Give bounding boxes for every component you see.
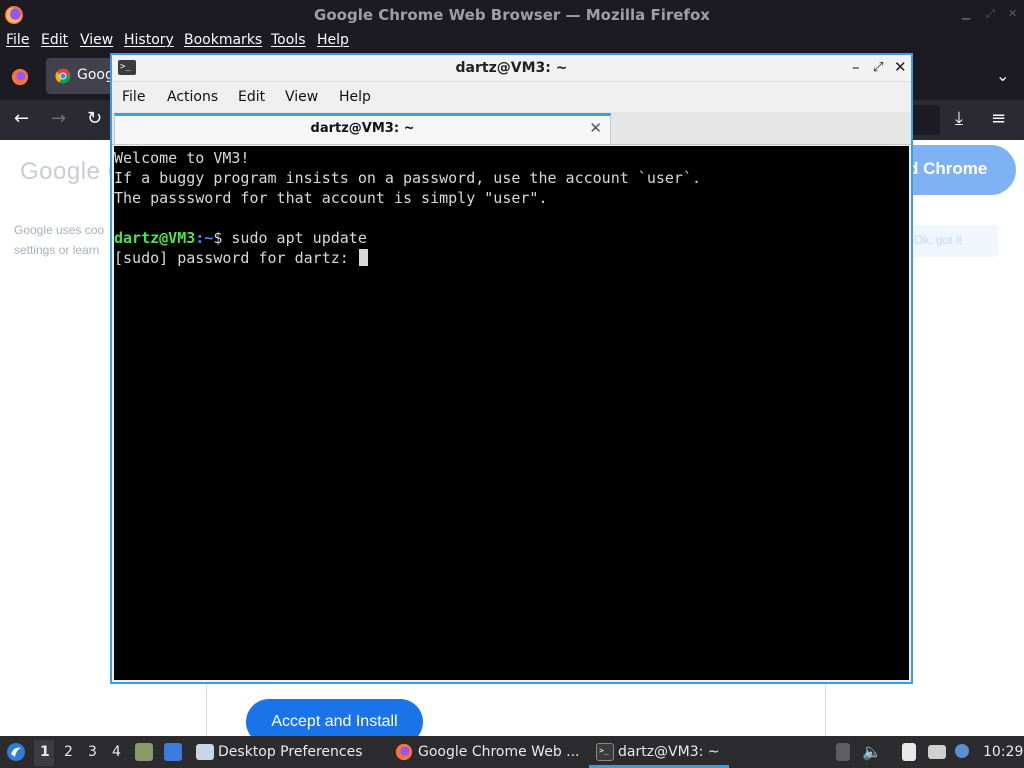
reload-icon[interactable]: ↻	[87, 109, 102, 129]
forward-arrow-icon[interactable]: →	[51, 109, 66, 129]
ok-got-it-label: Ok, got it	[914, 233, 963, 247]
terminal-line: If a buggy program insists on a password…	[114, 169, 701, 187]
terminal-window[interactable]: >_ dartz@VM3: ~ – ⤢ ✕ File Actions Edit …	[110, 53, 913, 684]
task-desktop-preferences[interactable]: Desktop Preferences	[218, 744, 363, 760]
terminal-tabstrip: dartz@VM3: ~ ✕	[112, 112, 911, 145]
menu-view[interactable]: View	[285, 89, 318, 105]
browser-tab[interactable]: Goog	[46, 58, 116, 94]
ok-got-it-button[interactable]: Ok, got it	[900, 225, 998, 257]
volume-icon[interactable]: 🔈	[862, 742, 882, 761]
downloads-icon[interactable]: ⤓	[955, 109, 963, 129]
file-manager-icon[interactable]	[135, 743, 153, 761]
terminal-window-title: dartz@VM3: ~	[455, 60, 568, 76]
firefox-window-title: Google Chrome Web Browser — Mozilla Fire…	[314, 6, 710, 24]
prompt-user-host: dartz@VM3	[114, 229, 196, 247]
workspace-4[interactable]: 4	[112, 744, 121, 760]
terminal-tab[interactable]: dartz@VM3: ~ ✕	[114, 113, 611, 144]
prompt-command: $ sudo apt update	[213, 229, 367, 247]
maximize-icon[interactable]: ⤢	[873, 60, 883, 75]
terminal-prompt-line: dartz@VM3:~$ sudo apt update	[114, 228, 909, 248]
terminal-tab-label: dartz@VM3: ~	[310, 121, 415, 136]
cookie-notice: Google uses coo settings or learn	[14, 220, 114, 260]
clipboard-icon[interactable]	[902, 743, 916, 761]
menu-help[interactable]: Help	[339, 89, 371, 105]
menu-help[interactable]: Help	[317, 32, 349, 48]
start-menu-icon[interactable]	[6, 742, 26, 762]
task-google-chrome-web[interactable]: Google Chrome Web ...	[418, 744, 580, 760]
menu-actions[interactable]: Actions	[167, 89, 218, 105]
tray-arrow-icon[interactable]	[836, 743, 850, 761]
browser-tab-label: Goog	[77, 67, 114, 83]
workspace-2[interactable]: 2	[64, 744, 73, 760]
tab-close-icon[interactable]: ✕	[589, 119, 602, 137]
menu-tools[interactable]: Tools	[271, 32, 306, 48]
terminal-line: The passsword for that account is simply…	[114, 189, 548, 207]
menu-edit[interactable]: Edit	[41, 32, 68, 48]
clock[interactable]: 10:29	[983, 744, 1023, 760]
text-cursor	[358, 249, 368, 266]
menu-history[interactable]: History	[124, 32, 174, 48]
hamburger-menu-icon[interactable]: ≡	[991, 109, 1006, 129]
terminal-titlebar[interactable]: >_ dartz@VM3: ~ – ⤢ ✕	[112, 55, 911, 82]
prompt-path: :~	[195, 229, 214, 247]
close-icon[interactable]: ✕	[1008, 7, 1017, 20]
menu-file[interactable]: File	[6, 32, 29, 48]
list-tabs-chevron-icon[interactable]: ⌄	[996, 66, 1009, 85]
menu-view[interactable]: View	[80, 32, 113, 48]
back-arrow-icon[interactable]: ←	[14, 109, 29, 129]
terminal-output[interactable]: Welcome to VM3! If a buggy program insist…	[114, 146, 909, 680]
menu-bookmarks[interactable]: Bookmarks	[184, 32, 262, 48]
workspace-3[interactable]: 3	[88, 744, 97, 760]
firefox-task-icon	[395, 743, 413, 761]
desktop-preferences-icon	[196, 744, 214, 760]
show-desktop-icon[interactable]	[164, 743, 182, 761]
sudo-prompt-text: [sudo] password for dartz:	[114, 249, 358, 267]
chrome-icon	[55, 68, 71, 84]
maximize-icon[interactable]: ⤢	[986, 7, 995, 21]
menu-edit[interactable]: Edit	[238, 89, 265, 105]
get-chrome-button-label: d Chrome	[908, 159, 988, 178]
update-notifier-icon[interactable]	[955, 744, 969, 758]
menu-file[interactable]: File	[122, 89, 145, 105]
firefox-titlebar: Google Chrome Web Browser — Mozilla Fire…	[0, 0, 1024, 30]
workspace-1[interactable]: 1	[40, 744, 50, 760]
close-icon[interactable]: ✕	[894, 58, 907, 76]
minimize-icon[interactable]: –	[852, 58, 860, 76]
firefox-view-icon[interactable]	[11, 68, 29, 86]
terminal-task-icon: >_	[596, 743, 614, 761]
cookie-notice-line: Google uses coo	[14, 223, 105, 237]
cookie-notice-line: settings or learn	[14, 243, 100, 257]
sudo-password-line[interactable]: [sudo] password for dartz:	[114, 248, 909, 268]
terminal-line: Welcome to VM3!	[114, 149, 250, 167]
network-icon[interactable]	[928, 745, 946, 759]
terminal-menubar: File Actions Edit View Help	[112, 82, 911, 112]
taskbar: 1 2 3 4 Desktop Preferences Google Chrom…	[0, 736, 1024, 768]
minimize-icon[interactable]: ▁	[962, 7, 970, 20]
firefox-menubar: File Edit View History Bookmarks Tools H…	[0, 30, 1024, 52]
task-terminal[interactable]: dartz@VM3: ~	[618, 744, 720, 760]
